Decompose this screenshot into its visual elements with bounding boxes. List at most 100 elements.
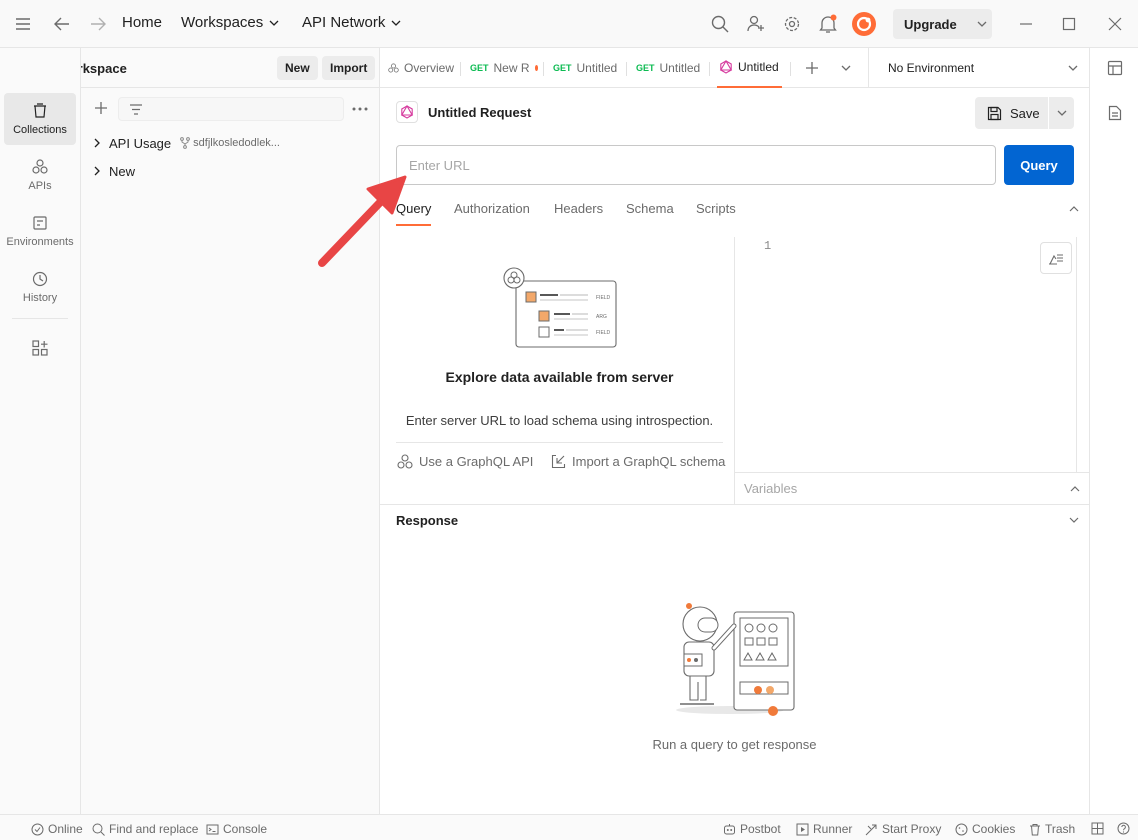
response-collapse-chevron-icon[interactable]	[1069, 517, 1079, 523]
maximize-icon[interactable]	[1057, 12, 1081, 36]
import-button[interactable]: Import	[322, 56, 376, 80]
tab-separator	[709, 62, 710, 76]
overview-icon	[388, 63, 399, 73]
upgrade-button[interactable]: Upgrade	[893, 9, 992, 39]
method-badge: GET	[470, 63, 489, 73]
response-divider	[380, 504, 1089, 505]
rail-label: Environments	[6, 235, 74, 248]
subtab-scripts[interactable]: Scripts	[696, 201, 736, 216]
apis-icon	[32, 158, 48, 174]
response-title: Response	[396, 513, 459, 528]
home-link[interactable]: Home	[122, 14, 162, 31]
close-icon[interactable]	[1103, 12, 1127, 36]
url-input[interactable]	[396, 145, 996, 185]
rail-item-collections[interactable]: Collections	[4, 93, 76, 145]
runner-play-icon	[796, 823, 809, 835]
tab-label: Untitled	[738, 60, 779, 74]
rail-item-history[interactable]: History	[4, 261, 76, 313]
api-network-menu[interactable]: API Network	[302, 14, 401, 31]
trash-icon	[1030, 823, 1040, 835]
back-arrow-icon[interactable]	[50, 12, 74, 36]
import-schema-label: Import a GraphQL schema	[572, 454, 726, 469]
cookies-button[interactable]: Cookies	[955, 822, 1015, 836]
minimize-icon[interactable]	[1014, 12, 1038, 36]
tab-graphql-untitled[interactable]: Untitled	[717, 48, 782, 88]
workspaces-menu[interactable]: Workspaces	[181, 14, 279, 31]
new-tab-plus-icon[interactable]	[805, 61, 819, 75]
collection-item-api-usage[interactable]: API Usage sdfjlkosledodlek...	[94, 133, 280, 153]
help-icon[interactable]	[1117, 822, 1130, 835]
chevron-down-icon	[1057, 110, 1066, 116]
rail-item-environments[interactable]: Environments	[4, 205, 76, 257]
subtab-headers[interactable]: Headers	[554, 201, 603, 216]
tab-get-untitled-1[interactable]: GET Untitled	[553, 48, 617, 88]
explorer-title: Explore data available from server	[445, 369, 674, 385]
annotation-arrow	[300, 165, 410, 275]
cookies-label: Cookies	[972, 822, 1016, 836]
fork-name: sdfjlkosledodlek...	[193, 137, 280, 149]
postbot-button[interactable]: Postbot	[723, 822, 781, 836]
explorer-description: Enter server URL to load schema using in…	[405, 413, 714, 428]
save-disk-icon	[987, 106, 1002, 120]
runner-button[interactable]: Runner	[796, 822, 852, 836]
query-editor[interactable]: 1	[734, 237, 1077, 472]
tab-get-untitled-2[interactable]: GET Untitled	[636, 48, 700, 88]
console-label: Console	[223, 822, 268, 836]
beautify-icon[interactable]	[1040, 242, 1072, 274]
rail-label: APIs	[28, 179, 52, 192]
rail-divider	[12, 318, 68, 319]
environment-quick-look-icon[interactable]	[1107, 60, 1123, 76]
import-icon	[551, 454, 566, 469]
subtab-schema[interactable]: Schema	[626, 201, 674, 216]
request-title[interactable]: Untitled Request	[428, 105, 531, 120]
rail-item-apis[interactable]: APIs	[4, 149, 76, 201]
add-icon[interactable]	[94, 101, 108, 115]
settings-gear-icon[interactable]	[780, 12, 804, 36]
query-button[interactable]: Query	[1004, 145, 1074, 185]
configure-sidebar-icon[interactable]	[32, 340, 48, 356]
tab-get-new-request[interactable]: GET New R	[470, 48, 538, 88]
import-graphql-schema-button[interactable]: Import a GraphQL schema	[551, 454, 725, 469]
trash-button[interactable]: Trash	[1029, 822, 1075, 836]
rail-label: History	[22, 291, 58, 304]
subtab-authorization[interactable]: Authorization	[454, 201, 530, 216]
import-button-label: Import	[330, 61, 368, 75]
history-icon	[32, 271, 48, 286]
tabs-overflow-chevron-icon[interactable]	[841, 65, 851, 71]
start-proxy-button[interactable]: Start Proxy	[865, 822, 941, 836]
chevron-right-icon	[94, 138, 100, 148]
collection-label: API Usage	[109, 135, 172, 151]
query-button-label: Query	[1020, 157, 1058, 173]
console-button[interactable]: Console	[206, 822, 267, 836]
filter-input[interactable]	[118, 97, 344, 121]
invite-user-icon[interactable]	[744, 12, 768, 36]
find-replace-button[interactable]: Find and replace	[92, 822, 198, 836]
two-pane-view-icon[interactable]	[1091, 822, 1104, 835]
illustration-field-1: FIELD	[596, 295, 611, 301]
tab-label: Overview	[403, 61, 454, 75]
save-options-dropdown[interactable]	[1049, 97, 1074, 129]
variables-panel-header[interactable]: Variables	[734, 472, 1089, 504]
collection-item-new[interactable]: New	[94, 161, 135, 181]
online-status[interactable]: Online	[31, 822, 83, 836]
use-graphql-api-button[interactable]: Use a GraphQL API	[397, 454, 533, 469]
notifications-bell-icon[interactable]	[816, 12, 840, 36]
avatar[interactable]	[852, 12, 876, 36]
environment-selector[interactable]: No Environment	[868, 48, 1090, 88]
filter-icon	[130, 104, 142, 115]
tab-separator	[626, 62, 627, 76]
forward-arrow-icon[interactable]	[86, 12, 110, 36]
tab-label: Untitled	[576, 61, 617, 75]
console-icon	[206, 824, 219, 834]
new-button[interactable]: New	[277, 56, 318, 80]
more-options-icon[interactable]	[352, 107, 368, 111]
search-icon[interactable]	[708, 12, 732, 36]
menu-icon[interactable]	[11, 12, 35, 36]
tab-label: New R	[493, 61, 530, 75]
collapse-chevron-up-icon[interactable]	[1069, 206, 1079, 212]
documentation-icon[interactable]	[1108, 105, 1122, 121]
tab-overview[interactable]: Overview	[388, 48, 454, 88]
response-empty-text: Run a query to get response	[652, 737, 817, 752]
tab-bar: Overview GET New R GET Untitled GET Unti…	[380, 48, 868, 88]
save-button[interactable]: Save	[975, 97, 1048, 129]
